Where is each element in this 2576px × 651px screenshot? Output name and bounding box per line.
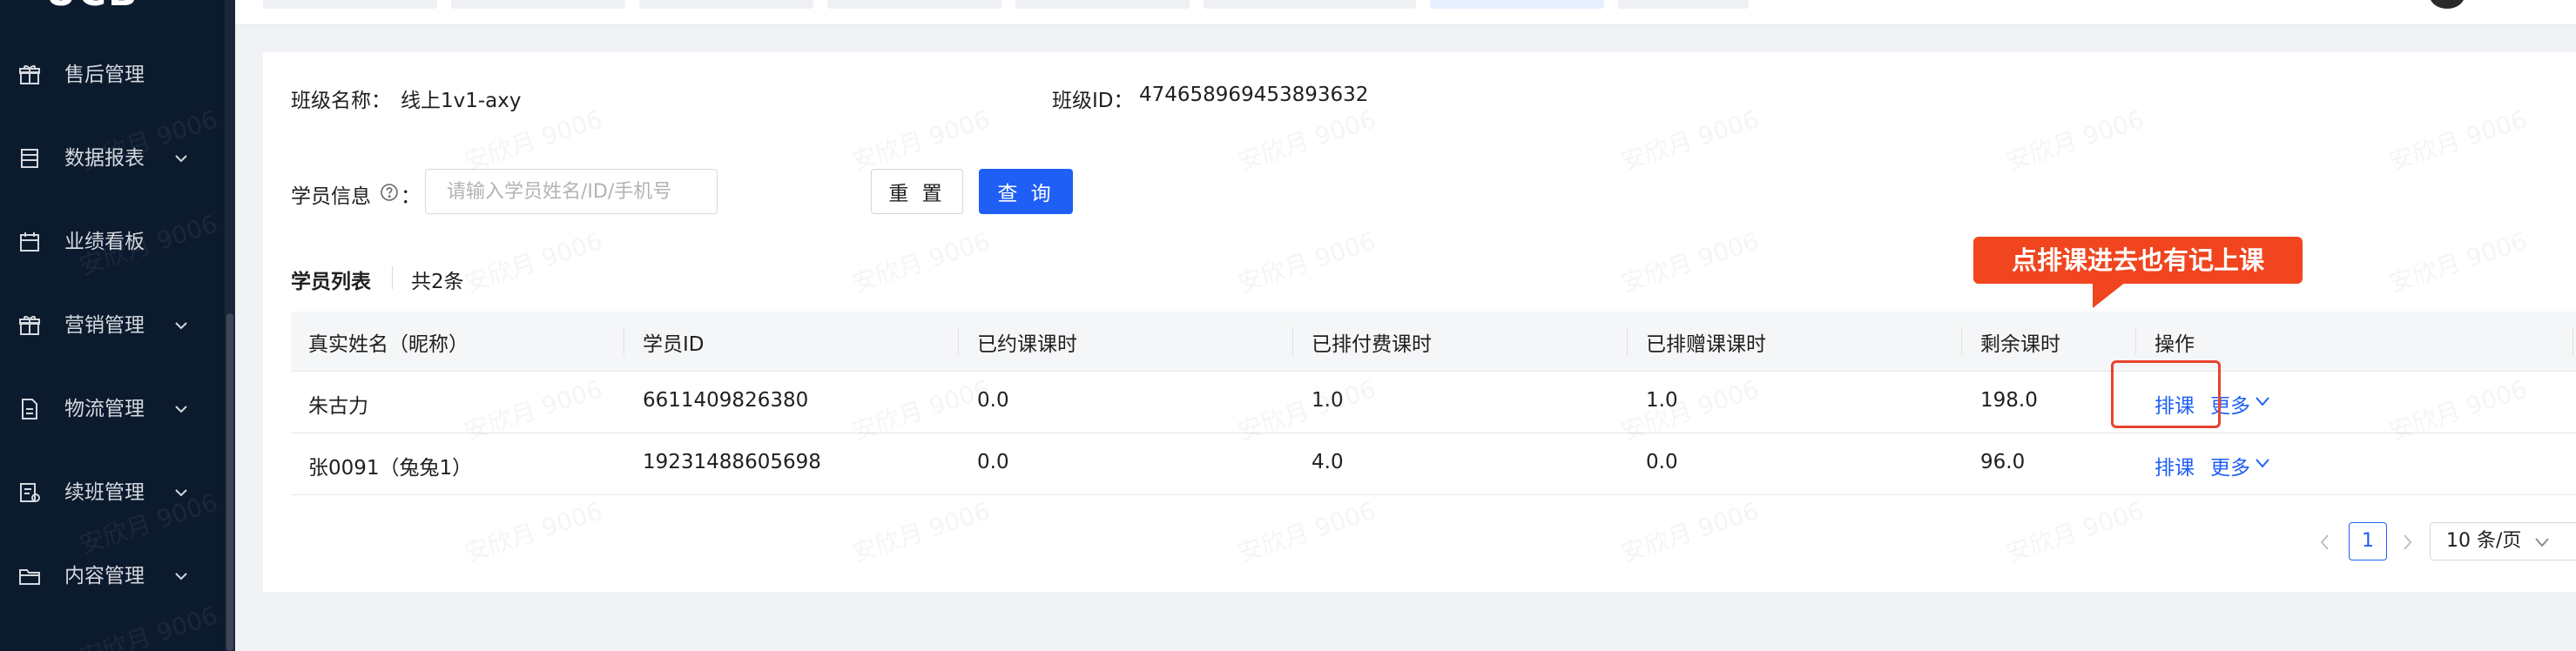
next-page-button[interactable] xyxy=(2397,529,2418,555)
cell-remaining-hours: 96.0 xyxy=(1980,451,2026,473)
tab-stub[interactable] xyxy=(263,0,437,9)
column-header: 操作 xyxy=(2155,333,2195,356)
chevron-down-icon xyxy=(172,400,190,418)
sidebar-scrollbar[interactable] xyxy=(225,0,235,651)
tab-stub[interactable] xyxy=(1204,0,1416,9)
table-header: 真实姓名（昵称） 学员ID 已约课课时 已排付费课时 已排赠课课时 剩余课时 操… xyxy=(291,312,2576,372)
column-header: 学员ID xyxy=(643,333,705,356)
chevron-down-icon xyxy=(172,567,190,585)
more-link[interactable]: 更多 xyxy=(2210,451,2250,480)
cell-student-id: 19231488605698 xyxy=(643,451,821,473)
cell-booked-hours: 0.0 xyxy=(977,389,1009,412)
sidebar-item-label: 营销管理 xyxy=(64,314,145,337)
sidebar-item-content[interactable]: 内容管理 xyxy=(0,550,225,602)
column-header: 剩余课时 xyxy=(1980,333,2060,356)
sidebar-item-label: 物流管理 xyxy=(64,398,145,420)
divider xyxy=(392,266,393,289)
avatar[interactable] xyxy=(2430,0,2465,9)
chevron-down-icon[interactable] xyxy=(2254,454,2271,472)
annotation-highlight-box xyxy=(2111,360,2221,428)
sidebar-item-performance-board[interactable]: 业绩看板 xyxy=(0,216,225,268)
column-divider xyxy=(958,327,959,355)
chevron-down-icon xyxy=(172,150,190,167)
student-list-title: 学员列表 xyxy=(291,271,371,293)
cell-gift-hours: 1.0 xyxy=(1646,389,1678,412)
annotation-callout: 点排课进去也有记上课 xyxy=(1973,237,2303,284)
column-header: 真实姓名（昵称） xyxy=(308,333,469,356)
sidebar-item-after-sales[interactable]: 售后管理 xyxy=(0,49,225,101)
watermark: 安欣月 9006 xyxy=(76,601,221,651)
column-header: 已约课课时 xyxy=(977,333,1077,356)
tab-stub[interactable] xyxy=(1015,0,1190,9)
cell-student-id: 6611409826380 xyxy=(643,389,809,412)
prev-page-button[interactable] xyxy=(2315,529,2336,555)
gift-icon xyxy=(17,63,42,87)
tab-stub-active[interactable] xyxy=(1430,0,1604,9)
cell-name: 朱古力 xyxy=(308,395,368,418)
class-name-value: 线上1v1-axy xyxy=(401,90,522,112)
sidebar-item-label: 业绩看板 xyxy=(64,231,145,253)
sidebar-item-marketing[interactable]: 营销管理 xyxy=(0,299,225,352)
top-header xyxy=(235,0,2576,25)
register-icon xyxy=(17,480,42,505)
column-divider xyxy=(1961,327,1962,355)
scrollbar-thumb[interactable] xyxy=(226,313,233,651)
report-icon xyxy=(17,146,42,171)
student-search-input[interactable] xyxy=(425,169,718,214)
cell-booked-hours: 0.0 xyxy=(977,451,1009,473)
chevron-down-icon[interactable] xyxy=(2254,393,2271,410)
class-id-label: 班级ID： xyxy=(1052,90,1134,112)
tab-stub[interactable] xyxy=(639,0,813,9)
question-circle-icon[interactable] xyxy=(380,183,399,202)
student-info-label: 学员信息 xyxy=(291,185,371,208)
tab-stub[interactable] xyxy=(827,0,1001,9)
table-row: 张0091（兔兔1） 19231488605698 0.0 4.0 0.0 96… xyxy=(291,433,2576,495)
sidebar-item-label: 内容管理 xyxy=(64,565,145,587)
tab-stub[interactable] xyxy=(1618,0,1749,9)
sidebar-item-renewal[interactable]: 续班管理 xyxy=(0,466,225,519)
gift-icon xyxy=(17,313,42,338)
app-logo: UCB xyxy=(45,0,139,15)
reset-button[interactable]: 重 置 xyxy=(871,169,963,214)
cell-remaining-hours: 198.0 xyxy=(1980,389,2038,412)
cell-gift-hours: 0.0 xyxy=(1646,451,1678,473)
column-header: 已排赠课课时 xyxy=(1646,333,1766,356)
schedule-link[interactable]: 排课 xyxy=(2155,451,2195,480)
class-id-value: 474658969453893632 xyxy=(1139,84,1369,106)
cell-name: 张0091（兔兔1） xyxy=(308,457,473,480)
page-size-value: 10 条/页 xyxy=(2446,530,2522,552)
column-divider xyxy=(1627,327,1628,355)
class-name-label: 班级名称： xyxy=(291,90,391,112)
column-header: 已排付费课时 xyxy=(1312,333,1432,356)
calendar-icon xyxy=(17,230,42,254)
document-icon xyxy=(17,397,42,421)
column-divider xyxy=(1292,327,1293,355)
chevron-down-icon xyxy=(172,484,190,501)
cell-paid-hours: 4.0 xyxy=(1312,451,1344,473)
column-divider xyxy=(2135,327,2136,355)
sidebar-item-label: 续班管理 xyxy=(64,481,145,504)
page-number-button[interactable]: 1 xyxy=(2349,522,2387,560)
sidebar-item-label: 数据报表 xyxy=(64,147,145,170)
sidebar-item-label: 售后管理 xyxy=(64,64,145,86)
table-row: 朱古力 6611409826380 0.0 1.0 1.0 198.0 排课 更… xyxy=(291,372,2576,433)
folder-icon xyxy=(17,564,42,588)
sidebar-item-logistics[interactable]: 物流管理 xyxy=(0,383,225,435)
chevron-down-icon xyxy=(2535,538,2549,547)
cell-paid-hours: 1.0 xyxy=(1312,389,1344,412)
chevron-down-icon xyxy=(172,317,190,334)
sidebar: UCB 售后管理 数据报表 业绩看板 营销管理 物流管理 xyxy=(0,0,235,651)
student-list-count: 共2条 xyxy=(411,271,464,293)
student-info-colon: ： xyxy=(401,185,421,208)
sidebar-item-data-reports[interactable]: 数据报表 xyxy=(0,132,225,185)
tab-stub[interactable] xyxy=(451,0,625,9)
query-button[interactable]: 查 询 xyxy=(979,169,1073,214)
page-size-select[interactable]: 10 条/页 xyxy=(2430,522,2576,560)
